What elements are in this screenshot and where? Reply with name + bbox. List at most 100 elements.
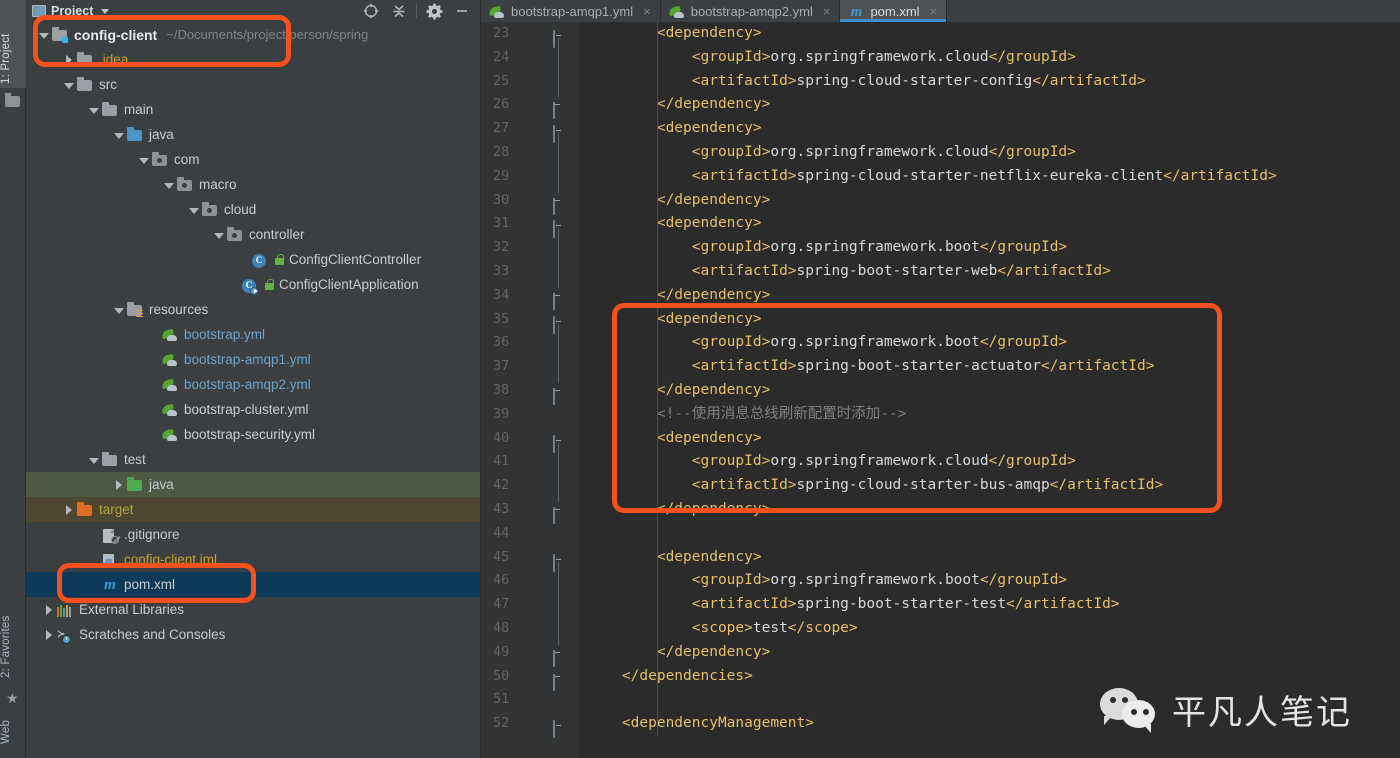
tree-row-controller[interactable]: controller	[26, 222, 480, 247]
locate-target-icon[interactable]	[357, 0, 385, 22]
expand-arrow-icon[interactable]	[63, 504, 75, 516]
expand-arrow-icon[interactable]	[43, 604, 55, 616]
tree-row-external-libraries[interactable]: External Libraries	[26, 597, 480, 622]
code-line[interactable]: <artifactId>spring-boot-starter-test</ar…	[579, 593, 1400, 617]
code-line[interactable]: <artifactId>spring-cloud-starter-config<…	[579, 70, 1400, 94]
code-line[interactable]: <artifactId>spring-cloud-starter-bus-amq…	[579, 474, 1400, 498]
fold-region-end-icon[interactable]	[553, 290, 564, 310]
collapse-arrow-icon[interactable]	[38, 29, 50, 41]
code-line[interactable]: <groupId>org.springframework.cloud</grou…	[579, 450, 1400, 474]
tree-row-configclientapplication[interactable]: C ConfigClientApplication	[26, 272, 480, 297]
code-line[interactable]: <dependency>	[579, 212, 1400, 236]
code-line[interactable]: </dependency>	[579, 498, 1400, 522]
code-line[interactable]: <artifactId>spring-boot-starter-web</art…	[579, 260, 1400, 284]
tree-row-idea[interactable]: .idea	[26, 47, 480, 72]
tree-row-bootstrap-cluster-yml[interactable]: bootstrap-cluster.yml	[26, 397, 480, 422]
code-line[interactable]: <dependency>	[579, 22, 1400, 46]
expand-arrow-icon[interactable]	[63, 54, 75, 66]
tree-row-cloud[interactable]: cloud	[26, 197, 480, 222]
line-number: 30	[481, 189, 579, 215]
code-line[interactable]: <groupId>org.springframework.cloud</grou…	[579, 46, 1400, 70]
editor-tab-pom-xml[interactable]: m pom.xml ×	[840, 0, 948, 22]
tree-row-target[interactable]: target	[26, 497, 480, 522]
tree-row-java[interactable]: java	[26, 472, 480, 497]
runnable-java-class-icon: C	[242, 277, 258, 295]
code-line[interactable]: </dependency>	[579, 379, 1400, 403]
collapse-arrow-icon[interactable]	[138, 154, 150, 166]
close-icon[interactable]: ×	[643, 5, 651, 18]
collapse-all-icon[interactable]	[385, 0, 413, 22]
collapse-arrow-icon[interactable]	[113, 304, 125, 316]
tree-row-test[interactable]: test	[26, 447, 480, 472]
tree-row-pom-xml[interactable]: m pom.xml	[26, 572, 480, 597]
tree-row-configclientcontroller[interactable]: C ConfigClientController	[26, 247, 480, 272]
fold-collapse-icon[interactable]	[553, 718, 564, 739]
tree-row-java[interactable]: java	[26, 122, 480, 147]
editor-tab-bar[interactable]: bootstrap-amqp1.yml × bootstrap-amqp2.yml ×…	[481, 0, 1400, 22]
code-line[interactable]: <dependency>	[579, 117, 1400, 141]
chevron-down-icon[interactable]	[101, 8, 110, 14]
code-viewport[interactable]: 23 24 25 26 27 28 29 30 31 32 33 34 35 36 37 38 39 40 41 42…	[481, 22, 1400, 758]
collapse-arrow-icon[interactable]	[213, 229, 225, 241]
code-line[interactable]: <!--使用消息总线刷新配置时添加-->	[579, 403, 1400, 427]
hide-panel-icon[interactable]	[448, 0, 476, 22]
code-line[interactable]: <artifactId>spring-boot-starter-actuator…	[579, 355, 1400, 379]
code-line[interactable]: <artifactId>spring-cloud-starter-netflix…	[579, 165, 1400, 189]
collapse-arrow-icon[interactable]	[163, 179, 175, 191]
fold-region-end-icon[interactable]	[553, 195, 564, 215]
tree-row-scratches-and-consoles[interactable]: ≻ Scratches and Consoles	[26, 622, 480, 647]
editor-gutter[interactable]: 23 24 25 26 27 28 29 30 31 32 33 34 35 36 37 38 39 40 41 42…	[481, 22, 579, 758]
code-line[interactable]: </dependency>	[579, 93, 1400, 117]
tree-row-com[interactable]: com	[26, 147, 480, 172]
project-tree[interactable]: config-client ~/Documents/project/person/…	[26, 22, 480, 758]
fold-region-end-icon[interactable]	[553, 504, 564, 524]
tree-row-config-client[interactable]: config-client ~/Documents/project/person/…	[26, 22, 480, 47]
code-line[interactable]: </dependency>	[579, 284, 1400, 308]
tool-window-tab-favorites[interactable]: 2: Favorites	[0, 586, 26, 682]
code-line[interactable]: <dependency>	[579, 308, 1400, 332]
close-icon[interactable]: ×	[930, 5, 938, 18]
collapse-arrow-icon[interactable]	[188, 204, 200, 216]
tree-row-label: ConfigClientController	[289, 252, 422, 267]
collapse-arrow-icon[interactable]	[113, 129, 125, 141]
expand-arrow-icon[interactable]	[43, 629, 55, 641]
tree-row-gitignore[interactable]: .gitignore	[26, 522, 480, 547]
fold-region-end-icon[interactable]	[553, 671, 564, 691]
fold-region-end-icon[interactable]	[553, 99, 564, 120]
collapse-arrow-icon[interactable]	[63, 79, 75, 91]
collapse-arrow-icon[interactable]	[88, 104, 100, 116]
line-number: 46	[493, 572, 510, 589]
tree-row-resources[interactable]: resources	[26, 297, 480, 322]
code-line[interactable]: <groupId>org.springframework.boot</group…	[579, 331, 1400, 355]
code-line[interactable]: </dependency>	[579, 641, 1400, 665]
tool-window-tab-project[interactable]: 1: Project	[0, 0, 26, 88]
collapse-arrow-icon[interactable]	[88, 454, 100, 466]
tree-row-src[interactable]: src	[26, 72, 480, 97]
fold-region-end-icon[interactable]	[553, 385, 564, 405]
code-line[interactable]: <dependency>	[579, 546, 1400, 570]
editor-code[interactable]: <dependency> <groupId>org.springframewor…	[579, 22, 1400, 758]
code-line[interactable]: <scope>test</scope>	[579, 617, 1400, 641]
tree-row-macro[interactable]: macro	[26, 172, 480, 197]
code-line[interactable]: <groupId>org.springframework.boot</group…	[579, 569, 1400, 593]
fold-region-end-icon[interactable]	[553, 647, 564, 667]
editor-tab-bootstrap-amqp2-yml[interactable]: bootstrap-amqp2.yml ×	[661, 0, 841, 22]
code-line[interactable]: <groupId>org.springframework.boot</group…	[579, 236, 1400, 260]
tree-row-bootstrap-security-yml[interactable]: bootstrap-security.yml	[26, 422, 480, 447]
tree-row-config-client-iml[interactable]: config-client.iml	[26, 547, 480, 572]
expand-arrow-icon[interactable]	[113, 479, 125, 491]
tree-row-bootstrap-amqp2-yml[interactable]: bootstrap-amqp2.yml	[26, 372, 480, 397]
tree-row-bootstrap-yml[interactable]: bootstrap.yml	[26, 322, 480, 347]
code-line[interactable]: </dependency>	[579, 189, 1400, 213]
project-panel-title-group[interactable]: Project	[30, 4, 110, 18]
editor-tab-bootstrap-amqp1-yml[interactable]: bootstrap-amqp1.yml ×	[481, 0, 661, 22]
tree-row-bootstrap-amqp1-yml[interactable]: bootstrap-amqp1.yml	[26, 347, 480, 372]
code-line[interactable]	[579, 522, 1400, 546]
close-icon[interactable]: ×	[823, 5, 831, 18]
code-line[interactable]: <groupId>org.springframework.cloud</grou…	[579, 141, 1400, 165]
tree-row-main[interactable]: main	[26, 97, 480, 122]
settings-gear-icon[interactable]	[420, 0, 448, 22]
tool-window-tab-web[interactable]: Web	[0, 700, 26, 748]
line-number: 33	[493, 262, 510, 279]
code-line[interactable]: <dependency>	[579, 427, 1400, 451]
